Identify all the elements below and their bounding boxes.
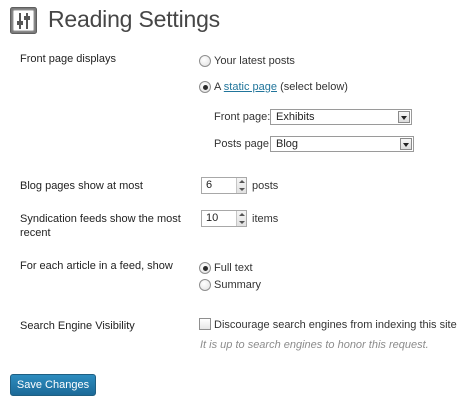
posts-per-page-value: 6	[206, 179, 213, 191]
stepper-up-icon[interactable]	[239, 180, 245, 183]
save-changes-button[interactable]: Save Changes	[10, 374, 96, 396]
feed-article-label: For each article in a feed, show	[20, 260, 173, 272]
chevron-down-icon[interactable]	[398, 111, 410, 123]
chevron-down-icon[interactable]	[400, 138, 412, 150]
feed-items-value: 10	[206, 212, 219, 224]
radio-static-page[interactable]	[199, 81, 211, 93]
posts-per-page-input[interactable]: 6	[201, 177, 247, 194]
radio-full-text[interactable]	[199, 262, 211, 274]
radio-latest-posts[interactable]	[199, 55, 211, 67]
radio-static-page-label[interactable]: A static page (select below)	[214, 80, 348, 94]
static-page-link[interactable]: static page	[224, 81, 277, 93]
syndication-label-line1: Syndication feeds show the most	[20, 213, 181, 225]
posts-page-select-label: Posts page:	[214, 138, 273, 150]
page-title: Reading Settings	[48, 6, 220, 32]
syndication-label-line2: recent	[20, 227, 51, 239]
static-page-suffix: (select below)	[280, 81, 348, 93]
search-visibility-label: Search Engine Visibility	[20, 320, 135, 332]
radio-latest-posts-label[interactable]: Your latest posts	[214, 54, 295, 68]
stepper-icon[interactable]	[236, 211, 246, 226]
settings-sliders-icon	[10, 7, 37, 34]
front-page-displays-label: Front page displays	[20, 53, 116, 65]
static-page-prefix: A	[214, 81, 221, 93]
stepper-down-icon[interactable]	[239, 221, 245, 224]
radio-full-text-label[interactable]: Full text	[214, 261, 253, 275]
search-visibility-hint: It is up to search engines to honor this…	[200, 339, 429, 351]
items-unit-label: items	[252, 213, 279, 225]
stepper-down-icon[interactable]	[239, 188, 245, 191]
front-page-select[interactable]: Exhibits	[270, 109, 412, 125]
discourage-indexing-checkbox[interactable]	[199, 318, 211, 330]
stepper-icon[interactable]	[236, 178, 246, 193]
posts-page-select[interactable]: Blog	[270, 136, 414, 152]
front-page-select-value: Exhibits	[276, 111, 315, 123]
blog-pages-label: Blog pages show at most	[20, 180, 143, 192]
stepper-up-icon[interactable]	[239, 213, 245, 216]
discourage-indexing-label[interactable]: Discourage search engines from indexing …	[214, 318, 457, 332]
posts-unit-label: posts	[252, 180, 279, 192]
radio-summary[interactable]	[199, 279, 211, 291]
posts-page-select-value: Blog	[276, 138, 299, 150]
front-page-select-label: Front page:	[214, 111, 271, 123]
feed-items-input[interactable]: 10	[201, 210, 247, 227]
radio-summary-label[interactable]: Summary	[214, 278, 261, 292]
